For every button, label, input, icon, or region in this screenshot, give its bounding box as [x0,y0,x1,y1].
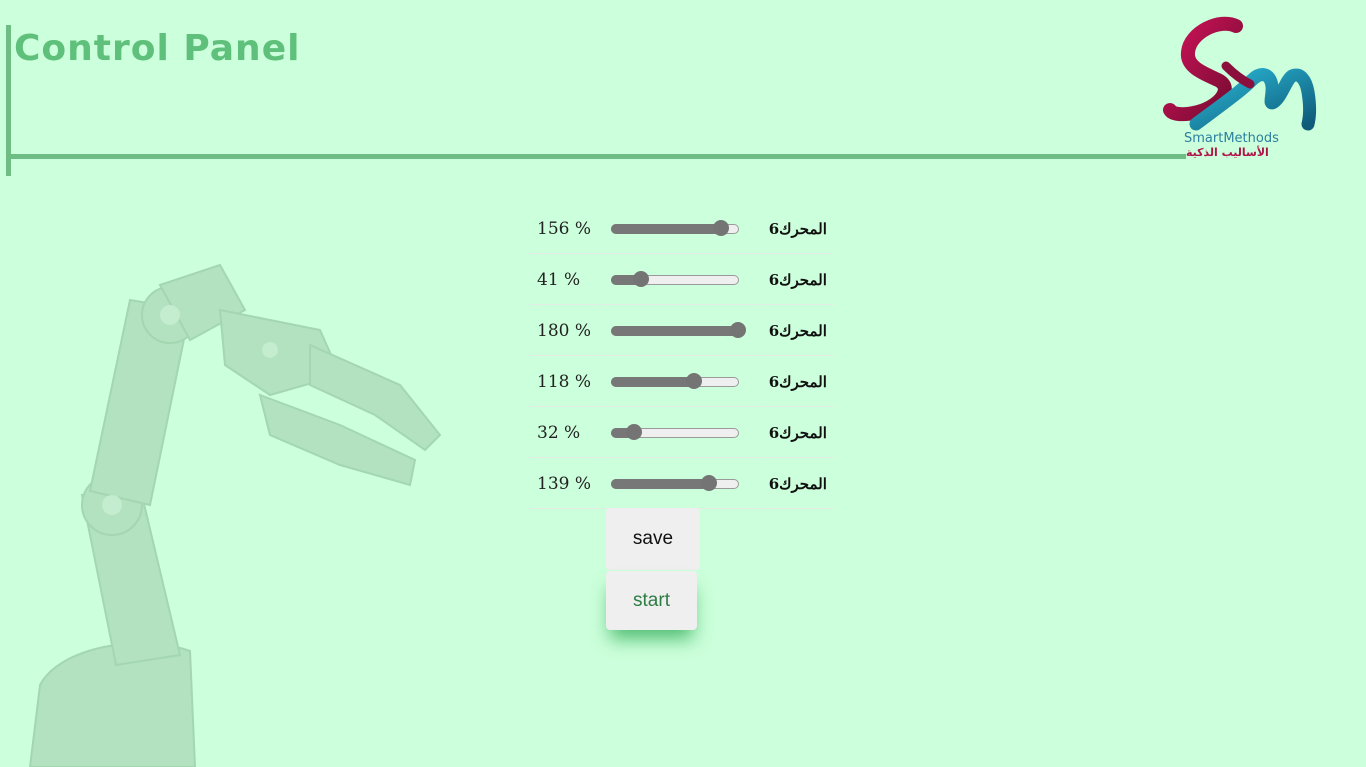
motor-slider-fill [610,326,739,336]
motor-value: 32 % [529,409,599,458]
motor-value: 156 % [529,205,599,254]
motor-value: 41 % [529,256,599,305]
motor-slider-thumb[interactable] [626,424,643,440]
motor-row: 139 % المحرك6 [529,460,833,509]
motor-slider[interactable] [610,475,739,491]
motor-label: المحرك6 [762,205,833,254]
motor-value: 139 % [529,460,599,509]
robot-arm-icon [28,263,442,767]
motor-label: المحرك6 [762,409,833,458]
motor-row: 32 % المحرك6 [529,409,833,458]
motor-label: المحرك6 [762,307,833,356]
save-button[interactable]: save [606,508,700,570]
start-button[interactable]: start [606,571,697,630]
motor-slider-thumb[interactable] [729,322,746,338]
motor-value: 118 % [529,358,599,407]
motor-value: 180 % [529,307,599,356]
motor-slider[interactable] [610,424,739,440]
motor-slider-fill [610,224,722,234]
motor-row: 180 % المحرك6 [529,307,833,356]
motor-slider[interactable] [610,373,739,389]
motor-slider[interactable] [610,220,739,236]
motor-slider-fill [610,479,711,489]
header-horizontal-divider [6,154,1186,159]
motor-row: 156 % المحرك6 [529,205,833,254]
motor-label: المحرك6 [762,460,833,509]
motor-slider[interactable] [610,322,746,338]
motor-slider-thumb[interactable] [686,373,703,389]
motor-row: 41 % المحرك6 [529,256,833,305]
page-title: Control Panel [14,28,301,69]
motor-label: المحرك6 [762,358,833,407]
motor-slider[interactable] [610,271,739,287]
motor-slider-thumb[interactable] [701,475,718,491]
logo-text-english: SmartMethods [1184,131,1279,146]
motor-label: المحرك6 [762,256,833,305]
motor-row: 118 % المحرك6 [529,358,833,407]
motor-slider-thumb[interactable] [632,271,649,287]
logo-text-arabic: الأساليب الذكية [1186,146,1269,159]
motor-table: 156 % المحرك6 41 % المحرك6 180 % المحرك6 118 %… [527,203,835,511]
motor-slider-fill [610,377,696,387]
motor-slider-thumb[interactable] [713,220,729,236]
